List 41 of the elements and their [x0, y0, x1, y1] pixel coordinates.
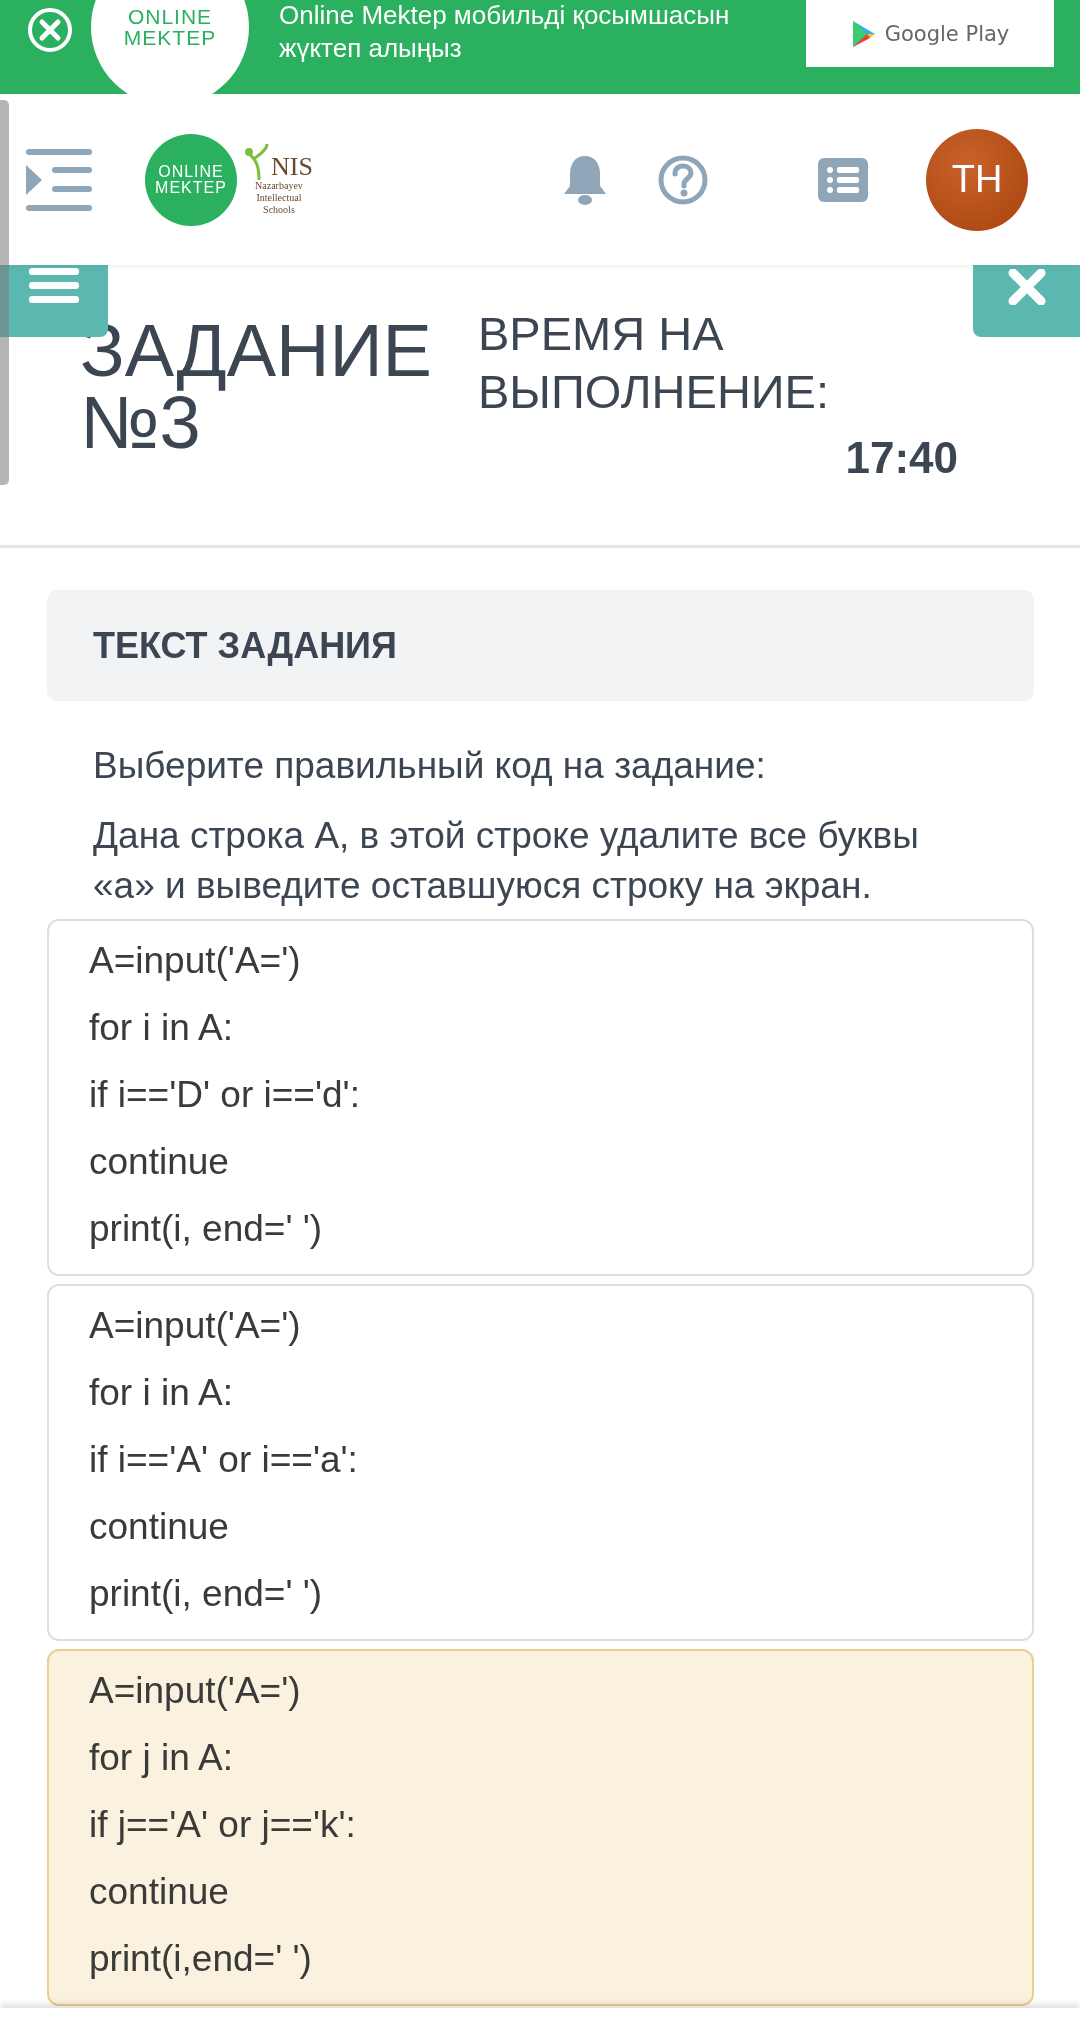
code-line: print(i, end=' ') — [89, 1572, 324, 1616]
close-icon — [1006, 269, 1047, 305]
code-line: A=input('A=') — [89, 1304, 302, 1348]
google-play-button[interactable]: Google Play — [806, 0, 1054, 67]
nis-logo: NIS Nazarbayev Intellectual Schools — [245, 143, 313, 216]
menu-icon[interactable] — [26, 148, 92, 211]
banner-message: Online Mektep мобильді қосымшасын жүктеп алыңыз — [279, 0, 731, 65]
task-paragraph: Выберите правильный код на задание: — [92, 744, 767, 788]
code-line: for i in A: — [89, 1006, 234, 1050]
answer-option[interactable]: A=input('A=') for i in A: if i=='D' or i=='d': continue print(i, end=' ') — [47, 919, 1034, 1276]
menu-icon — [29, 268, 79, 304]
list-icon[interactable] — [818, 157, 868, 202]
sprout-icon — [245, 143, 271, 180]
code-line: print(i,end=' ') — [89, 1937, 313, 1981]
online-mektep-logo: ONLINE MEKTEP — [145, 133, 237, 226]
code-line: continue — [89, 1870, 230, 1914]
code-line: for i in A: — [89, 1371, 234, 1415]
answer-option[interactable]: A=input('A=') for i in A: if i=='A' or i=='a': continue print(i, end=' ') — [47, 1284, 1034, 1641]
scrollbar[interactable] — [0, 100, 9, 485]
code-line: print(i, end=' ') — [89, 1207, 324, 1251]
play-store-icon — [850, 19, 877, 48]
code-line: continue — [89, 1140, 230, 1184]
close-icon[interactable] — [27, 7, 73, 53]
section-heading: ТЕКСТ ЗАДАНИЯ — [93, 624, 397, 667]
answer-option[interactable]: A=input('A=') for j in A: if j=='A' or j=='k': continue print(i,end=' ') — [47, 1649, 1034, 2006]
task-title: ЗАДАНИЕ №3 — [80, 315, 433, 459]
code-line: continue — [89, 1505, 230, 1549]
bell-icon[interactable] — [562, 153, 608, 206]
code-line: A=input('A=') — [89, 939, 302, 983]
task-paragraph: Дана строка А, в этой строке удалите все буквы «а» и выведите оставшуюся строку на экран. — [92, 814, 920, 908]
code-line: for j in A: — [89, 1736, 234, 1780]
online-mektep-logo: ONLINE MEKTEP — [91, 0, 249, 94]
close-button[interactable] — [973, 265, 1080, 337]
help-icon[interactable] — [658, 154, 708, 205]
timer: 17:40 — [845, 433, 958, 483]
timer-label: ВРЕМЯ НА ВЫПОЛНЕНИЕ: — [478, 306, 830, 420]
code-line: if j=='A' or j=='k': — [89, 1803, 357, 1847]
code-line: A=input('A=') — [89, 1669, 302, 1713]
code-line: if i=='A' or i=='a': — [89, 1438, 359, 1482]
user-avatar[interactable]: TH — [926, 128, 1028, 231]
code-line: if i=='D' or i=='d': — [89, 1073, 361, 1117]
